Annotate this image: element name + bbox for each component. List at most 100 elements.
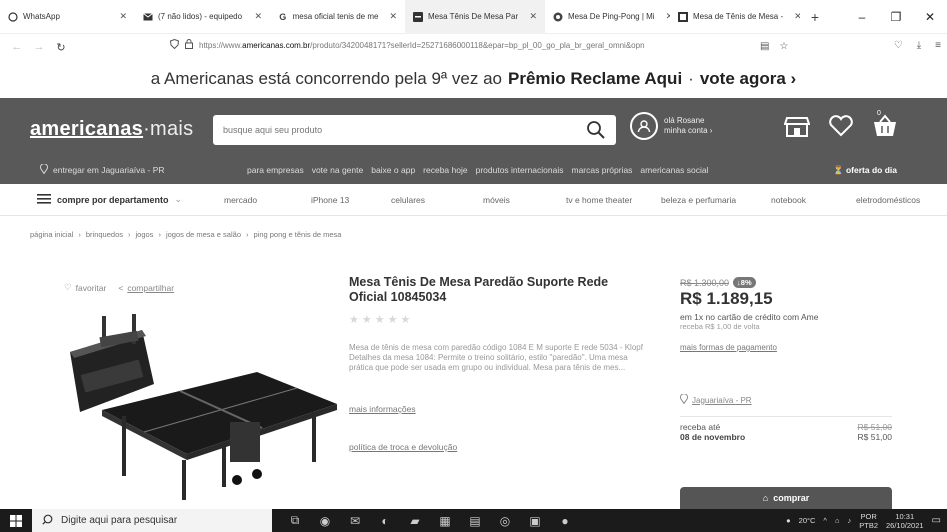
google-icon: G bbox=[279, 11, 287, 22]
cart-icon[interactable]: 0 bbox=[872, 110, 898, 140]
favorite-button[interactable]: ♡ favoritar bbox=[64, 282, 106, 293]
product-actions: ♡ favoritar < compartilhar bbox=[64, 282, 174, 293]
download-icon[interactable]: ⤓ bbox=[917, 40, 921, 51]
menu-icon[interactable]: ≡ bbox=[935, 40, 941, 51]
reader-view-icon[interactable]: ▤ bbox=[760, 41, 769, 52]
task-view-icon[interactable]: ⧉ bbox=[280, 509, 310, 532]
more-info-link[interactable]: mais informações bbox=[349, 404, 416, 414]
site-header: americanas·mais olá Rosane minha conta ›… bbox=[0, 98, 947, 184]
daily-offer-link[interactable]: ⏳ oferta do dia bbox=[833, 165, 897, 176]
dept-mercado[interactable]: mercado bbox=[224, 195, 311, 205]
tab-whatsapp[interactable]: WhatsApp ✕ bbox=[0, 0, 135, 34]
close-window-button[interactable]: ✕ bbox=[913, 10, 947, 24]
vote-now-link[interactable]: vote agora › bbox=[700, 69, 796, 89]
breadcrumb-ping-pong[interactable]: ping pong e tênis de mesa bbox=[254, 230, 342, 239]
breadcrumb-brinquedos[interactable]: brinquedos bbox=[86, 230, 123, 239]
tab-close-icon[interactable]: ✕ bbox=[113, 11, 127, 22]
my-account-link[interactable]: minha conta › bbox=[664, 126, 712, 136]
departments-button[interactable]: compre por departamento ⌄ bbox=[37, 193, 182, 206]
windows-start-icon[interactable] bbox=[0, 509, 32, 532]
search-icon[interactable] bbox=[586, 120, 606, 140]
chrome-app-icon[interactable]: ◎ bbox=[490, 509, 520, 532]
pocket-icon[interactable]: ♡ bbox=[894, 40, 903, 51]
mail-app-icon[interactable]: ✉ bbox=[340, 509, 370, 532]
star-icon: ★ bbox=[374, 314, 385, 326]
store-app-icon[interactable]: ▣ bbox=[520, 509, 550, 532]
network-icon[interactable]: ⌂ bbox=[835, 516, 840, 525]
word-icon[interactable]: ▤ bbox=[460, 509, 490, 532]
tab-close-icon[interactable]: ✕ bbox=[523, 11, 537, 22]
tab-close-icon[interactable]: ✕ bbox=[383, 11, 397, 22]
maximize-button[interactable]: ❐ bbox=[879, 10, 913, 24]
bookmark-star-icon[interactable]: ☆ bbox=[779, 41, 788, 52]
promo-separator: · bbox=[688, 69, 694, 88]
product-image[interactable] bbox=[62, 312, 337, 502]
star-icon: ★ bbox=[361, 314, 372, 326]
dept-iphone[interactable]: iPhone 13 bbox=[311, 195, 391, 205]
tab-close-icon[interactable]: ✕ bbox=[248, 11, 262, 22]
tab-close-icon[interactable]: ✕ bbox=[660, 11, 670, 22]
share-button[interactable]: < compartilhar bbox=[118, 283, 174, 293]
breadcrumb-jogos[interactable]: jogos bbox=[136, 230, 154, 239]
weather-icon[interactable]: ● bbox=[786, 516, 791, 525]
new-tab-button[interactable]: + bbox=[800, 9, 830, 25]
chrome-icon[interactable]: ◉ bbox=[310, 509, 340, 532]
shipping-estimate: receba até R$ 51,00 08 de novembro R$ 51… bbox=[680, 422, 892, 442]
store-icon[interactable] bbox=[784, 114, 810, 140]
search-input[interactable] bbox=[223, 125, 586, 135]
nav-link-marcas[interactable]: marcas próprias bbox=[571, 165, 632, 175]
edge-icon[interactable]: ◐ bbox=[370, 509, 400, 532]
user-icon bbox=[630, 112, 658, 140]
dept-moveis[interactable]: móveis bbox=[483, 195, 566, 205]
shipping-location[interactable]: Jaguariaíva - PR bbox=[680, 393, 752, 406]
payment-options-link[interactable]: mais formas de pagamento bbox=[680, 343, 777, 352]
windows-taskbar: Digite aqui para pesquisar ⧉ ◉ ✉ ◐ ▰ ▦ ▤… bbox=[0, 509, 947, 532]
dept-celulares[interactable]: celulares bbox=[391, 195, 483, 205]
dept-notebook[interactable]: notebook bbox=[771, 195, 856, 205]
product-description: Mesa de tênis de mesa com paredão código… bbox=[349, 343, 643, 372]
minimize-button[interactable]: – bbox=[845, 10, 879, 24]
back-icon[interactable]: ← bbox=[6, 41, 28, 53]
nav-link-vote[interactable]: vote na gente bbox=[312, 165, 364, 175]
tab-mesa-tenis[interactable]: Mesa de Tênis de Mesa - ✕ bbox=[670, 0, 800, 34]
rating-stars[interactable]: ★ ★ ★ ★ ★ bbox=[349, 313, 410, 326]
return-policy-link[interactable]: política de troca e devolução bbox=[349, 442, 457, 452]
tab-americanas[interactable]: Mesa Tênis De Mesa Par ✕ bbox=[405, 0, 545, 34]
nav-link-empresas[interactable]: para empresas bbox=[247, 165, 304, 175]
breadcrumb-home[interactable]: página inicial bbox=[30, 230, 73, 239]
dept-beleza[interactable]: beleza e perfumaria bbox=[661, 195, 771, 205]
url-field[interactable]: https://www.americanas.com.br/produto/34… bbox=[170, 39, 810, 51]
tab-ping-pong[interactable]: Mesa De Ping-Pong | Mi ✕ bbox=[545, 0, 670, 34]
language-indicator[interactable]: POR PTB2 bbox=[859, 512, 878, 530]
tab-google-search[interactable]: G mesa oficial tenis de me ✕ bbox=[270, 0, 405, 34]
delivery-location[interactable]: entregar em Jaguariaíva - PR bbox=[40, 163, 165, 176]
reload-icon[interactable]: ↻ bbox=[50, 41, 72, 54]
tray-chevron-icon[interactable]: ^ bbox=[823, 516, 827, 525]
files-icon[interactable]: ▰ bbox=[400, 509, 430, 532]
nav-link-receba-hoje[interactable]: receba hoje bbox=[423, 165, 467, 175]
dept-eletrodomesticos[interactable]: eletrodomésticos bbox=[856, 195, 946, 205]
forward-icon[interactable]: → bbox=[28, 41, 50, 53]
clock[interactable]: 10:31 26/10/2021 bbox=[886, 512, 924, 530]
tab-gmail[interactable]: (7 não lidos) - equipedo ✕ bbox=[135, 0, 270, 34]
nav-link-app[interactable]: baixe o app bbox=[371, 165, 415, 175]
nav-link-internacionais[interactable]: produtos internacionais bbox=[476, 165, 564, 175]
taskbar-search[interactable]: Digite aqui para pesquisar bbox=[32, 509, 272, 532]
cart-count: 0 bbox=[877, 110, 881, 117]
breadcrumb-jogos-mesa[interactable]: jogos de mesa e salão bbox=[166, 230, 241, 239]
nav-link-social[interactable]: americanas social bbox=[640, 165, 708, 175]
notifications-icon[interactable]: ▭ bbox=[932, 515, 941, 526]
promo-banner[interactable]: a Americanas está concorrendo pela 9ª ve… bbox=[0, 60, 947, 98]
share-icon: < bbox=[118, 282, 124, 293]
ame-payment-note: em 1x no cartão de crédito com Ame bbox=[680, 312, 819, 322]
tab-close-icon[interactable]: ✕ bbox=[788, 11, 800, 22]
americanas-logo[interactable]: americanas·mais bbox=[30, 118, 193, 141]
buy-button[interactable]: ⌂ comprar bbox=[680, 487, 892, 509]
dept-tv[interactable]: tv e home theater bbox=[566, 195, 661, 205]
firefox-icon[interactable]: ● bbox=[550, 509, 580, 532]
user-account[interactable]: olá Rosane minha conta › bbox=[630, 112, 712, 140]
product-title: Mesa Tênis De Mesa Paredão Suporte Rede … bbox=[349, 275, 609, 304]
volume-icon[interactable]: ♪ bbox=[847, 516, 851, 525]
excel-icon[interactable]: ▦ bbox=[430, 509, 460, 532]
favorites-heart-icon[interactable] bbox=[828, 114, 854, 140]
